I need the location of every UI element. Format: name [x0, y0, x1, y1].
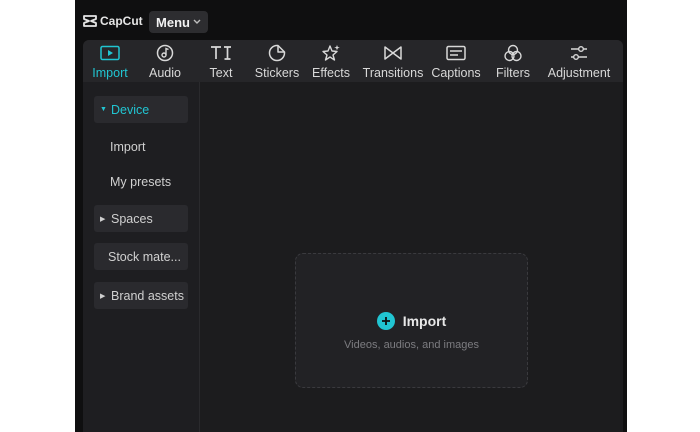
stickers-icon	[268, 43, 286, 63]
sidebar-item-label: Stock mate...	[108, 249, 181, 264]
sidebar: ▼ Device Import My presets ▶ Spaces Stoc…	[83, 82, 200, 432]
import-row: Import	[296, 312, 527, 330]
tab-label: Filters	[495, 66, 531, 80]
caret-right-icon: ▶	[100, 215, 106, 223]
adjustment-icon	[569, 43, 589, 63]
tab-effects[interactable]: Effects	[310, 40, 352, 82]
tab-label: Transitions	[362, 66, 424, 80]
tab-text[interactable]: Text	[203, 40, 239, 82]
tab-label: Audio	[149, 66, 181, 80]
tab-audio[interactable]: Audio	[144, 40, 186, 82]
media-area: Import Videos, audios, and images	[200, 82, 623, 432]
logo-text: CapCut	[100, 14, 143, 28]
sidebar-item-label: Device	[111, 102, 150, 117]
transitions-icon	[383, 43, 403, 63]
import-hint: Videos, audios, and images	[344, 339, 479, 351]
sidebar-item-spaces[interactable]: ▶ Spaces	[94, 205, 188, 232]
sidebar-item-device[interactable]: ▼ Device	[94, 96, 188, 123]
import-dropzone[interactable]: Import Videos, audios, and images	[295, 253, 528, 388]
captions-icon	[446, 43, 466, 63]
sidebar-item-label: Spaces	[111, 211, 153, 226]
tab-stickers[interactable]: Stickers	[253, 40, 301, 82]
caret-down-icon: ▼	[100, 106, 107, 113]
sidebar-item-label: My presets	[110, 174, 172, 189]
caret-right-icon: ▶	[100, 292, 106, 300]
tab-transitions[interactable]: Transitions	[361, 40, 425, 82]
capcut-logo-icon	[83, 15, 97, 27]
tab-import[interactable]: Import	[87, 40, 133, 82]
effects-icon	[321, 43, 341, 63]
tab-label: Adjustment	[547, 66, 611, 80]
tab-label: Import	[92, 66, 128, 80]
plus-icon	[376, 312, 395, 330]
capcut-window: CapCut Menu Import Audio Text Stickers E…	[75, 0, 627, 432]
sidebar-item-stock-materials[interactable]: Stock mate...	[94, 243, 188, 270]
import-icon	[100, 43, 120, 63]
capcut-logo: CapCut	[83, 13, 143, 29]
audio-icon	[156, 43, 174, 63]
tab-filters[interactable]: Filters	[493, 40, 533, 82]
sidebar-item-brand-assets[interactable]: ▶ Brand assets	[94, 282, 188, 309]
sidebar-item-label: Import	[110, 139, 146, 154]
chevron-down-icon	[193, 19, 201, 24]
filters-icon	[503, 43, 523, 63]
media-panel: Import Audio Text Stickers Effects Trans…	[83, 40, 623, 432]
tab-label: Text	[209, 66, 233, 80]
tab-adjustment[interactable]: Adjustment	[543, 40, 615, 82]
toolbar-tabs: Import Audio Text Stickers Effects Trans…	[83, 40, 623, 82]
menu-button[interactable]: Menu	[149, 11, 208, 33]
sidebar-item-my-presets[interactable]: My presets	[94, 168, 188, 195]
menu-label: Menu	[156, 14, 190, 30]
text-icon	[210, 43, 232, 63]
tab-label: Stickers	[254, 66, 300, 80]
tab-label: Effects	[312, 66, 350, 80]
tab-captions[interactable]: Captions	[430, 40, 482, 82]
import-label: Import	[402, 313, 447, 329]
sidebar-item-import[interactable]: Import	[94, 133, 188, 160]
title-bar: CapCut Menu	[75, 0, 627, 40]
tab-label: Captions	[431, 66, 481, 80]
sidebar-item-label: Brand assets	[111, 288, 184, 303]
